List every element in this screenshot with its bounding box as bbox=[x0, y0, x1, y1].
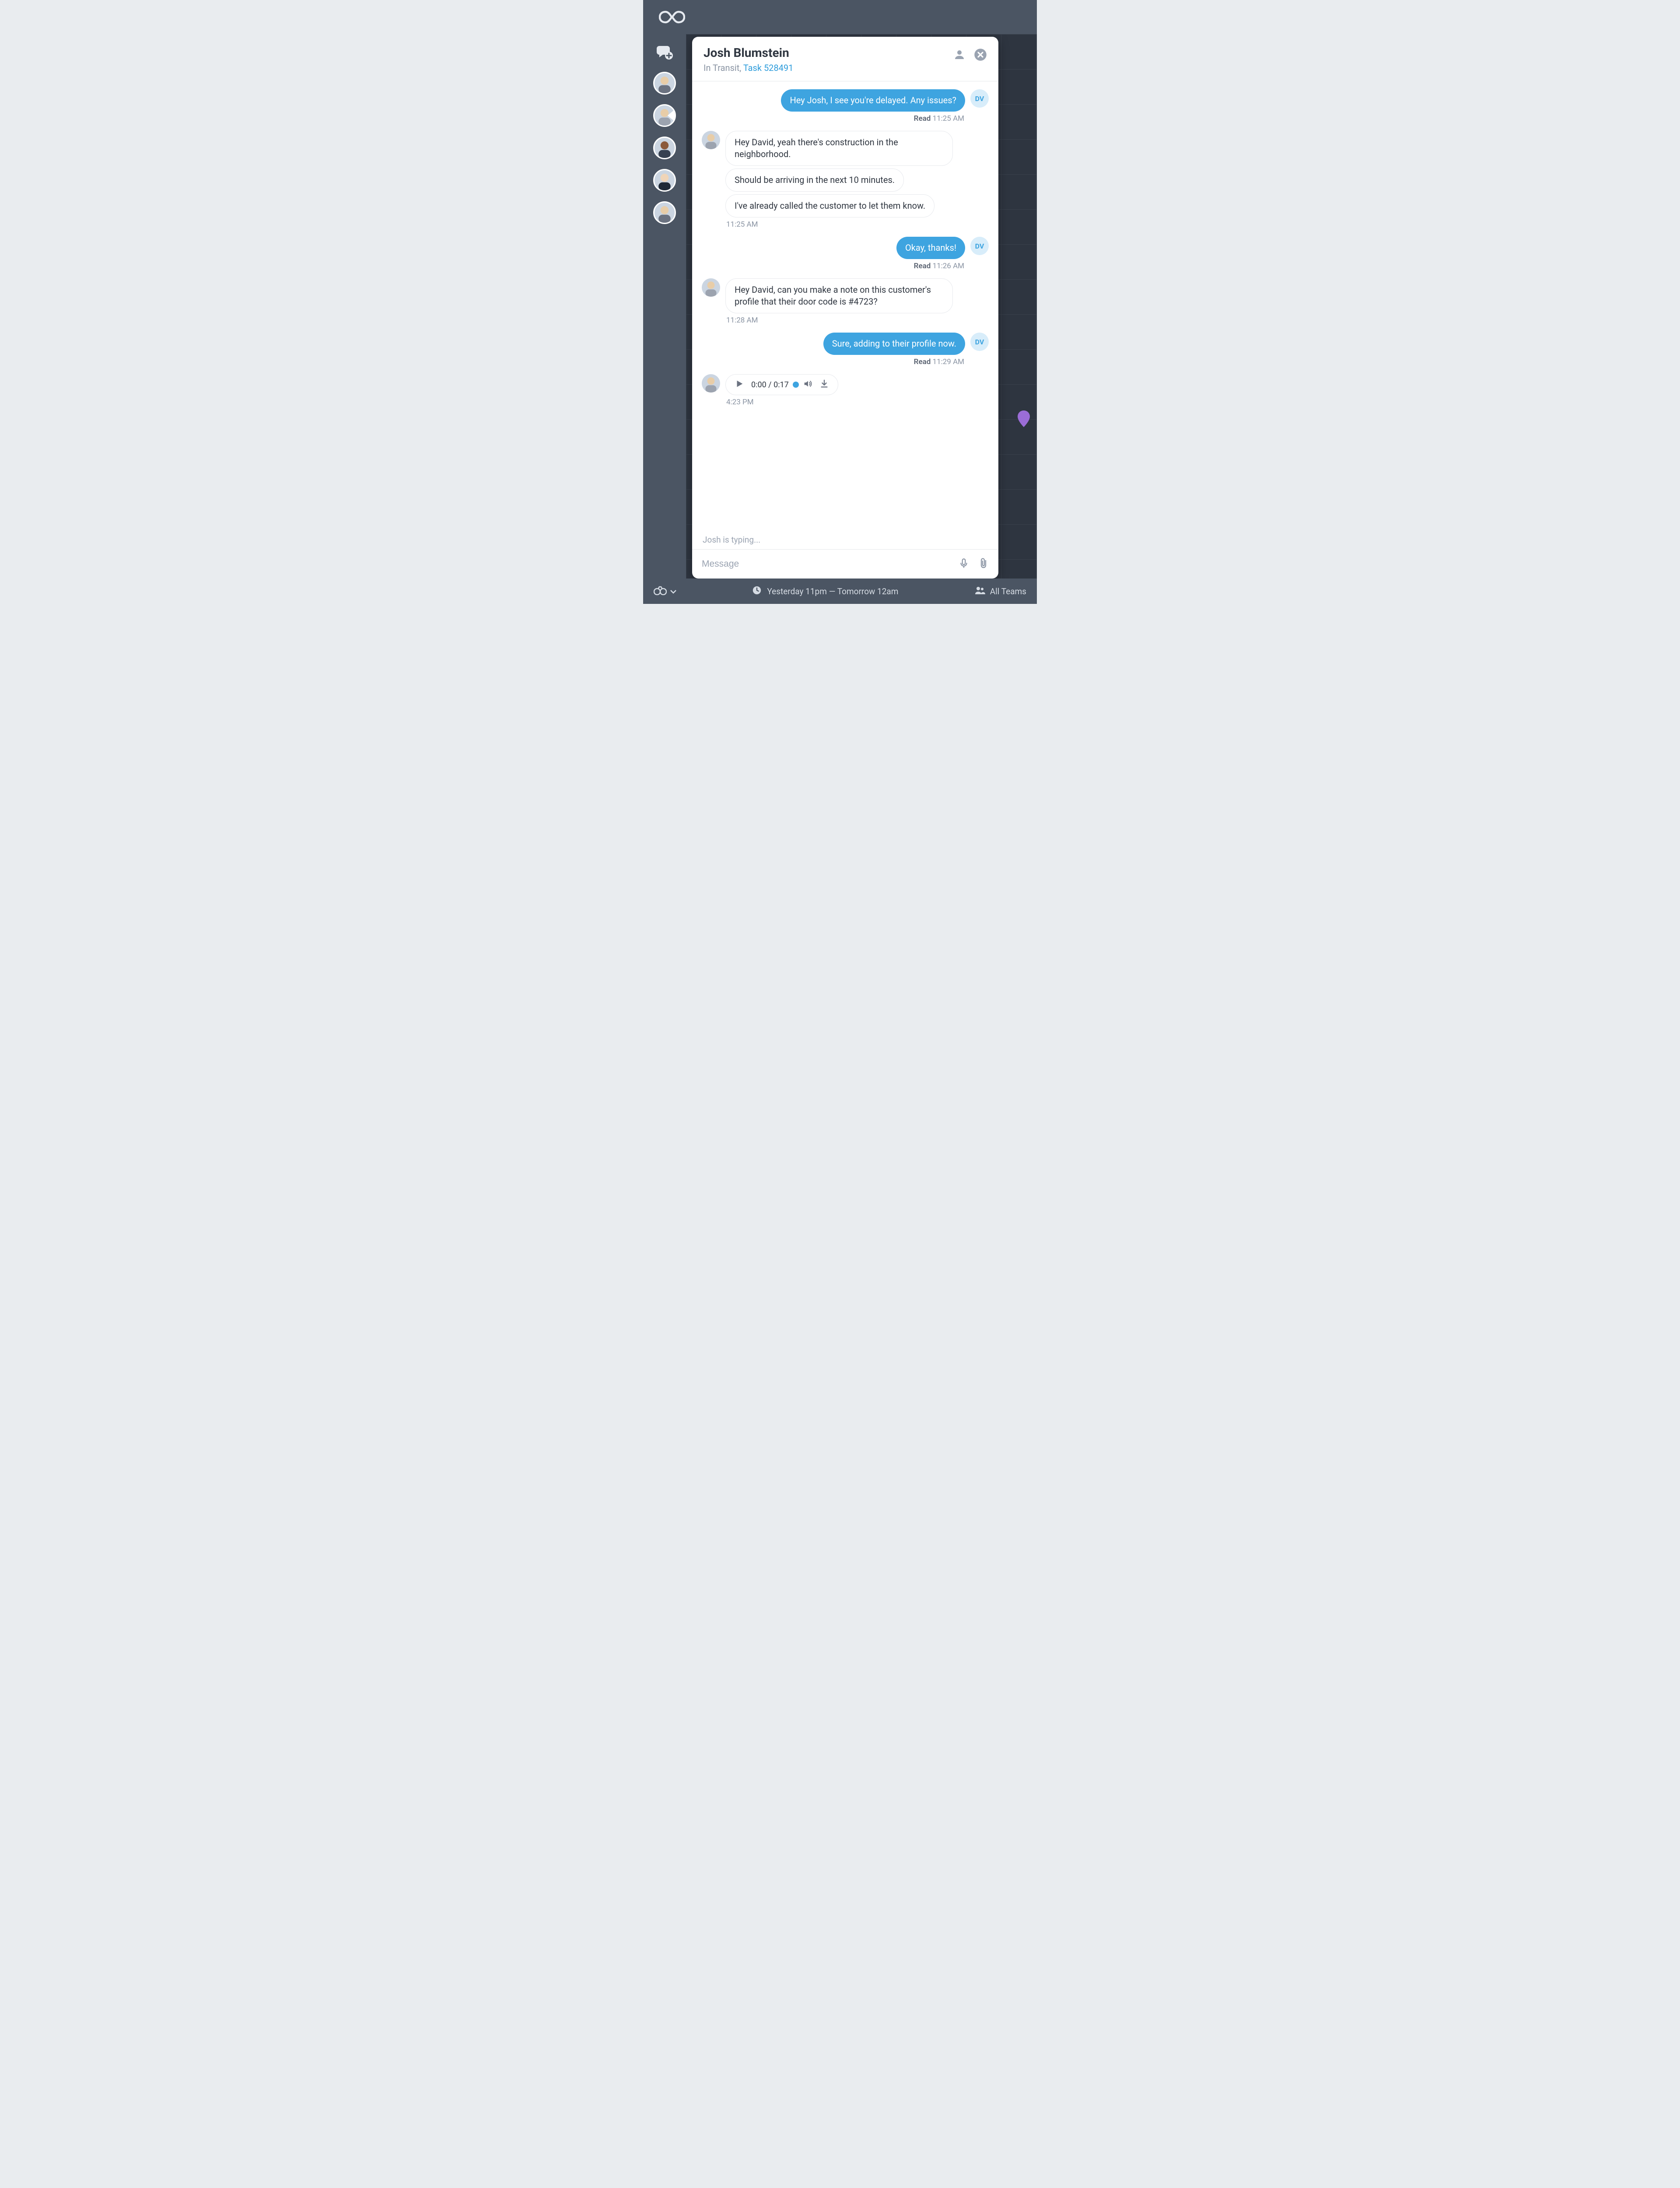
typing-indicator: Josh is typing... bbox=[692, 529, 998, 549]
message-out: Okay, thanks! DV bbox=[702, 237, 989, 259]
audio-time: 0:00 / 0:17 bbox=[751, 380, 789, 389]
conversation-avatar-4[interactable] bbox=[653, 169, 676, 192]
contact-name: Josh Blumstein bbox=[704, 46, 793, 60]
message-audio: 0:00 / 0:17 bbox=[702, 374, 989, 395]
message-meta: 11:25 AM bbox=[726, 220, 989, 229]
task-link[interactable]: Task 528491 bbox=[743, 63, 794, 73]
time-range-selector[interactable]: Yesterday 11pm — Tomorrow 12am bbox=[686, 586, 965, 597]
chat-panel: Josh Blumstein In Transit, Task 528491 bbox=[692, 37, 998, 579]
app-logo-infinity-icon bbox=[659, 10, 685, 24]
download-icon[interactable] bbox=[819, 379, 829, 390]
message-input[interactable] bbox=[702, 559, 949, 569]
main-area: Josh Blumstein In Transit, Task 528491 bbox=[643, 34, 1037, 579]
bottombar: Yesterday 11pm — Tomorrow 12am All Teams bbox=[643, 579, 1037, 604]
clock-icon bbox=[752, 586, 762, 597]
team-selector[interactable]: All Teams bbox=[974, 586, 1026, 597]
message-in: I've already called the customer to let … bbox=[702, 194, 989, 217]
message-meta: 11:28 AM bbox=[726, 316, 989, 325]
bubble-out: Hey Josh, I see you're delayed. Any issu… bbox=[781, 89, 965, 112]
bubble-out: Okay, thanks! bbox=[896, 237, 965, 259]
play-icon[interactable] bbox=[735, 379, 744, 390]
topbar bbox=[643, 0, 1037, 34]
chevron-down-icon bbox=[670, 586, 676, 596]
message-in: Hey David, can you make a note on this c… bbox=[702, 278, 989, 313]
microphone-icon[interactable] bbox=[958, 558, 970, 571]
message-meta: 4:23 PM bbox=[726, 398, 989, 407]
message-meta: Read 11:25 AM bbox=[702, 114, 964, 123]
contact-avatar bbox=[702, 374, 720, 393]
message-list[interactable]: Hey Josh, I see you're delayed. Any issu… bbox=[692, 81, 998, 529]
conversation-avatar-3[interactable] bbox=[653, 137, 676, 159]
conversation-avatar-5[interactable] bbox=[653, 201, 676, 224]
message-in: Hey David, yeah there's construction in … bbox=[702, 131, 989, 166]
volume-icon[interactable] bbox=[803, 379, 812, 390]
view-mode-selector[interactable] bbox=[654, 586, 676, 597]
message-out: Hey Josh, I see you're delayed. Any issu… bbox=[702, 89, 989, 112]
bubble-in: Hey David, can you make a note on this c… bbox=[725, 278, 953, 313]
bubble-in: Hey David, yeah there's construction in … bbox=[725, 131, 953, 166]
message-in: Should be arriving in the next 10 minute… bbox=[702, 168, 989, 192]
message-out: Sure, adding to their profile now. DV bbox=[702, 333, 989, 355]
profile-icon[interactable] bbox=[953, 48, 966, 61]
self-avatar-badge: DV bbox=[970, 333, 989, 351]
close-icon[interactable] bbox=[974, 48, 987, 61]
team-icon bbox=[974, 586, 986, 597]
binoculars-icon bbox=[654, 586, 667, 597]
contact-avatar bbox=[702, 278, 720, 297]
self-avatar-badge: DV bbox=[970, 89, 989, 108]
time-range-label: Yesterday 11pm — Tomorrow 12am bbox=[767, 586, 898, 596]
conversation-avatar-1[interactable] bbox=[653, 72, 676, 95]
bubble-out: Sure, adding to their profile now. bbox=[823, 333, 965, 355]
team-label: All Teams bbox=[990, 586, 1026, 596]
message-meta: Read 11:26 AM bbox=[702, 262, 964, 270]
message-composer bbox=[692, 549, 998, 579]
contact-avatar bbox=[702, 131, 720, 149]
attachment-icon[interactable] bbox=[978, 558, 989, 571]
audio-bubble: 0:00 / 0:17 bbox=[725, 374, 838, 395]
map-pin-icon bbox=[1018, 410, 1030, 427]
new-conversation-button[interactable] bbox=[654, 42, 675, 62]
conversation-avatar-2-active[interactable] bbox=[653, 104, 676, 127]
bubble-in: Should be arriving in the next 10 minute… bbox=[725, 168, 904, 192]
bubble-in: I've already called the customer to let … bbox=[725, 194, 934, 217]
self-avatar-badge: DV bbox=[970, 237, 989, 255]
conversation-sidebar bbox=[643, 34, 686, 579]
app-root: Josh Blumstein In Transit, Task 528491 bbox=[643, 0, 1037, 604]
status-text: In Transit, bbox=[704, 63, 743, 73]
chat-subtitle: In Transit, Task 528491 bbox=[704, 63, 793, 73]
message-meta: Read 11:29 AM bbox=[702, 358, 964, 366]
chat-header: Josh Blumstein In Transit, Task 528491 bbox=[692, 37, 998, 81]
